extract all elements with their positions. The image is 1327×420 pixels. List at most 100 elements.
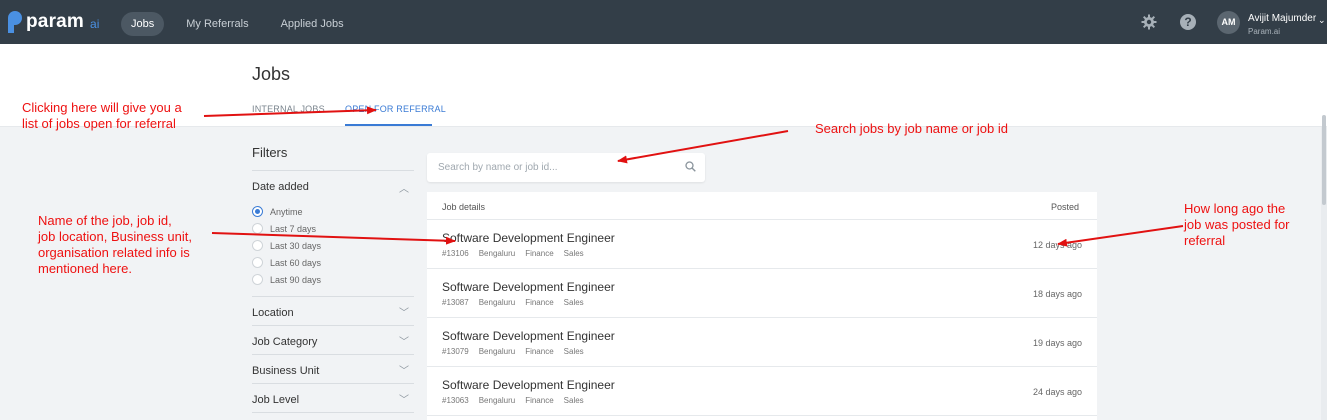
page-header: [0, 44, 1327, 127]
annotation-line: list of jobs open for referral: [22, 116, 176, 131]
job-business-unit: Finance: [525, 347, 554, 356]
column-header-job-details: Job details: [442, 202, 486, 212]
job-id: #13087: [442, 298, 469, 307]
radio-last-7-days[interactable]: Last 7 days: [252, 223, 316, 234]
filter-job-level[interactable]: Job Level: [252, 394, 299, 406]
filter-location[interactable]: Location: [252, 307, 294, 319]
job-id: #13063: [442, 396, 469, 405]
job-location: Bengaluru: [478, 249, 516, 258]
annotation-line: job was posted for: [1184, 217, 1290, 232]
radio-button[interactable]: [252, 257, 263, 268]
job-posted: 18 days ago: [1033, 289, 1083, 299]
nav-jobs[interactable]: Jobs: [121, 12, 165, 36]
job-meta: #13079 Bengaluru Finance Sales: [442, 347, 584, 356]
job-business-unit: Finance: [525, 249, 554, 258]
radio-label: Last 7 days: [270, 223, 317, 234]
job-title[interactable]: Software Development Engineer: [442, 231, 615, 245]
filters-title: Filters: [252, 145, 288, 160]
filter-job-category[interactable]: Job Category: [252, 336, 317, 348]
job-location: Bengaluru: [478, 298, 516, 307]
gear-icon[interactable]: [1141, 14, 1157, 30]
page-title: Jobs: [252, 64, 291, 84]
radio-last-60-days[interactable]: Last 60 days: [252, 257, 321, 268]
job-business-unit: Finance: [525, 396, 554, 405]
filter-business-unit[interactable]: Business Unit: [252, 365, 319, 377]
radio-label: Last 30 days: [270, 240, 322, 251]
avatar[interactable]: AM: [1217, 11, 1240, 34]
tab-internal-jobs[interactable]: INTERNAL JOBS: [252, 104, 325, 114]
annotation-search: Search jobs by job name or job id: [815, 121, 1008, 137]
nav-applied-jobs[interactable]: Applied Jobs: [271, 12, 354, 36]
main-nav: Jobs My Referrals Applied Jobs: [121, 12, 366, 36]
search-box[interactable]: [427, 153, 705, 182]
annotation-posted: How long ago the job was posted for refe…: [1184, 201, 1290, 249]
job-id: #13079: [442, 347, 469, 356]
job-location: Bengaluru: [478, 396, 516, 405]
user-organisation: Param.ai: [1248, 27, 1281, 36]
annotation-job-details: Name of the job, job id, job location, B…: [38, 213, 192, 277]
divider: [252, 383, 414, 384]
chevron-down-icon[interactable]: ⌄: [1318, 15, 1326, 26]
chevron-down-icon[interactable]: ﹀: [399, 304, 409, 319]
active-tab-indicator: [345, 124, 432, 126]
job-title[interactable]: Software Development Engineer: [442, 378, 615, 392]
divider: [252, 412, 414, 413]
chevron-down-icon[interactable]: ﹀: [399, 333, 409, 348]
chevron-up-icon[interactable]: ︿: [399, 180, 409, 195]
scrollbar-thumb[interactable]: [1322, 115, 1326, 205]
radio-button[interactable]: [252, 240, 263, 251]
job-title[interactable]: Software Development Engineer: [442, 280, 615, 294]
job-organisation: Sales: [563, 298, 584, 307]
search-input[interactable]: [438, 160, 678, 175]
job-location: Bengaluru: [478, 347, 516, 356]
radio-button[interactable]: [252, 223, 263, 234]
annotation-line: How long ago the: [1184, 201, 1286, 216]
job-organisation: Sales: [563, 249, 584, 258]
chevron-down-icon[interactable]: ﹀: [399, 391, 409, 406]
job-id: #13106: [442, 249, 469, 258]
help-icon[interactable]: ?: [1180, 14, 1196, 30]
search-icon[interactable]: [685, 161, 696, 172]
filter-date-added[interactable]: Date added: [252, 181, 309, 193]
divider: [252, 354, 414, 355]
logo-text: param: [26, 11, 85, 32]
tab-open-for-referral[interactable]: OPEN FOR REFERRAL: [345, 104, 446, 114]
radio-button[interactable]: [252, 206, 263, 217]
radio-button[interactable]: [252, 274, 263, 285]
divider: [252, 296, 414, 297]
job-meta: #13063 Bengaluru Finance Sales: [442, 396, 584, 405]
annotation-line: Name of the job, job id,: [38, 213, 172, 228]
jobs-list-header: [427, 192, 1097, 220]
job-title[interactable]: Software Development Engineer: [442, 329, 615, 343]
job-posted: 19 days ago: [1033, 338, 1083, 348]
annotation-line: Search jobs by job name or job id: [815, 121, 1008, 136]
nav-my-referrals[interactable]: My Referrals: [176, 12, 258, 36]
annotation-line: mentioned here.: [38, 261, 132, 276]
job-business-unit: Finance: [525, 298, 554, 307]
annotation-referral-tab: Clicking here will give you a list of jo…: [22, 100, 182, 132]
divider: [252, 170, 414, 171]
annotation-line: organisation related info is: [38, 245, 190, 260]
job-organisation: Sales: [563, 396, 584, 405]
radio-last-30-days[interactable]: Last 30 days: [252, 240, 321, 251]
annotation-line: Clicking here will give you a: [22, 100, 182, 115]
divider: [252, 325, 414, 326]
param-logo[interactable]: param ai: [8, 11, 99, 33]
job-organisation: Sales: [563, 347, 584, 356]
job-posted: 12 days ago: [1033, 240, 1083, 250]
radio-label: Anytime: [270, 206, 303, 217]
param-logo-icon: [8, 11, 22, 33]
radio-label: Last 60 days: [270, 257, 322, 268]
radio-last-90-days[interactable]: Last 90 days: [252, 274, 321, 285]
chevron-down-icon[interactable]: ﹀: [399, 362, 409, 377]
radio-anytime[interactable]: Anytime: [252, 206, 303, 217]
annotation-line: referral: [1184, 233, 1226, 248]
radio-label: Last 90 days: [270, 274, 322, 285]
job-meta: #13106 Bengaluru Finance Sales: [442, 249, 584, 258]
annotation-line: job location, Business unit,: [38, 229, 192, 244]
job-meta: #13087 Bengaluru Finance Sales: [442, 298, 584, 307]
column-header-posted: Posted: [1051, 202, 1080, 212]
user-name[interactable]: Avijit Majumder: [1248, 13, 1316, 24]
job-posted: 24 days ago: [1033, 387, 1083, 397]
logo-suffix: ai: [90, 17, 100, 31]
